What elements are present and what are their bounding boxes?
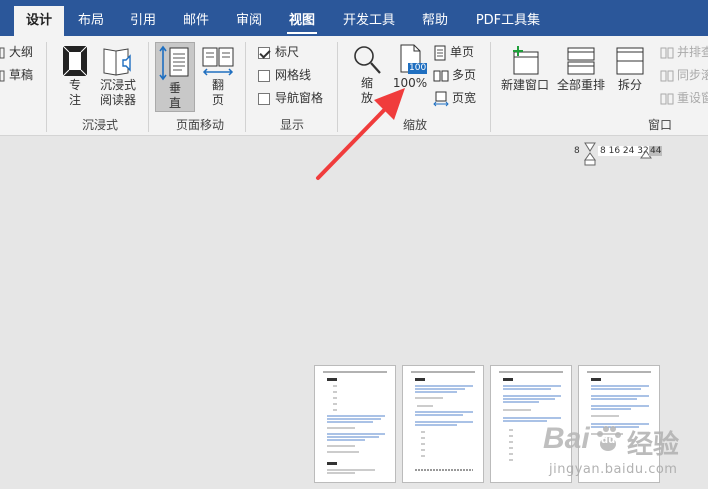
horizontal-ruler[interactable]: 8 8 16 24 32 44 [574,142,664,166]
ruler-right-margin: 44 [649,146,663,156]
side-to-side-label: 翻 页 [211,78,224,107]
ruler-left-margin: 8 [574,146,580,156]
ruler-checkbox[interactable]: 标尺 [258,42,299,62]
watermark-url: jingyan.baidu.com [549,462,678,477]
vertical-button[interactable]: 垂 直 [155,42,195,112]
red-arrow-icon [316,88,405,180]
focus-label: 专 注 [68,78,81,107]
tab-review[interactable]: 审阅 [230,6,268,36]
watermark-paw-text: du [601,435,616,446]
new-window-label: 新建窗口 [500,78,549,92]
vertical-scroll-icon [159,45,189,81]
split-button[interactable]: 拆分 [610,44,650,93]
arrange-all-icon [567,47,595,75]
arrange-all-button[interactable]: 全部重排 [554,44,608,93]
vertical-label: 垂 直 [168,81,181,110]
split-icon [616,47,644,75]
magnifier-icon [354,46,381,74]
outline-icon [0,47,5,58]
page-thumbnail-1[interactable] [314,365,396,483]
sync-scroll-icon [660,70,674,81]
new-window-button[interactable]: 新建窗口 [498,44,552,93]
window-group-label: 窗口 [647,118,672,132]
tab-references[interactable]: 引用 [124,6,162,36]
split-label: 拆分 [617,78,642,92]
group-separator [148,42,149,132]
group-separator [490,42,491,132]
immersive-group-label: 沉浸式 [81,118,118,132]
baidu-watermark: Bai du 经验 jingyan.baidu.com [535,418,705,486]
watermark-cn: 经验 [627,430,680,460]
new-window-icon [513,46,539,75]
indent-marker-icon[interactable] [583,142,597,166]
page-width-button[interactable]: 页宽 [433,88,476,108]
tab-pdf-tools[interactable]: PDF工具集 [470,6,546,36]
multiple-pages-icon [433,70,449,81]
checkbox-checked-icon [258,46,270,59]
one-page-icon [434,45,446,60]
side-to-side-button[interactable]: 翻 页 [198,44,238,108]
tab-design[interactable]: 设计 [14,6,64,36]
side-by-side-icon [660,47,674,58]
page-thumbnail-2[interactable] [402,365,484,483]
page-content-icon [411,371,475,471]
arrange-all-label: 全部重排 [556,78,605,92]
immersive-reader-button[interactable]: 沉浸式 阅读器 [96,44,140,108]
page-width-icon [433,91,449,106]
tab-developer[interactable]: 开发工具 [338,6,400,36]
view-side-by-side-button[interactable]: 并排查 [660,42,708,62]
multiple-pages-button[interactable]: 多页 [433,65,476,85]
tab-layout[interactable]: 布局 [72,6,110,36]
outline-button[interactable]: 大纲 [0,42,33,62]
sync-scroll-button[interactable]: 同步滚 [660,65,708,85]
group-separator [245,42,246,132]
reset-position-icon [660,93,674,104]
page-100-icon: 100 [395,44,428,76]
side-to-side-icon [202,47,234,76]
group-separator [46,42,47,132]
draft-button[interactable]: 草稿 [0,65,33,85]
checkbox-icon [258,69,270,82]
tab-help[interactable]: 帮助 [416,6,454,36]
gridlines-checkbox[interactable]: 网格线 [258,65,311,85]
checkbox-icon [258,92,270,105]
page-100-badge: 100 [408,63,428,74]
tab-mailings[interactable]: 邮件 [177,6,215,36]
draft-icon [0,70,5,81]
watermark-brand: Bai [543,422,590,455]
page-content-icon [323,371,387,474]
immersive-reader-icon [103,48,131,76]
one-page-button[interactable]: 单页 [433,42,474,62]
ribbon-tabs: 设计 布局 引用 邮件 审阅 视图 开发工具 帮助 PDF工具集 [0,6,708,36]
focus-button[interactable]: 专 注 [58,44,92,108]
tab-view[interactable]: 视图 [283,6,321,36]
page-movement-group-label: 页面移动 [175,118,224,132]
focus-icon [62,45,88,77]
reset-window-position-button[interactable]: 重设窗 [660,88,708,108]
immersive-reader-label: 沉浸式 阅读器 [99,78,136,107]
